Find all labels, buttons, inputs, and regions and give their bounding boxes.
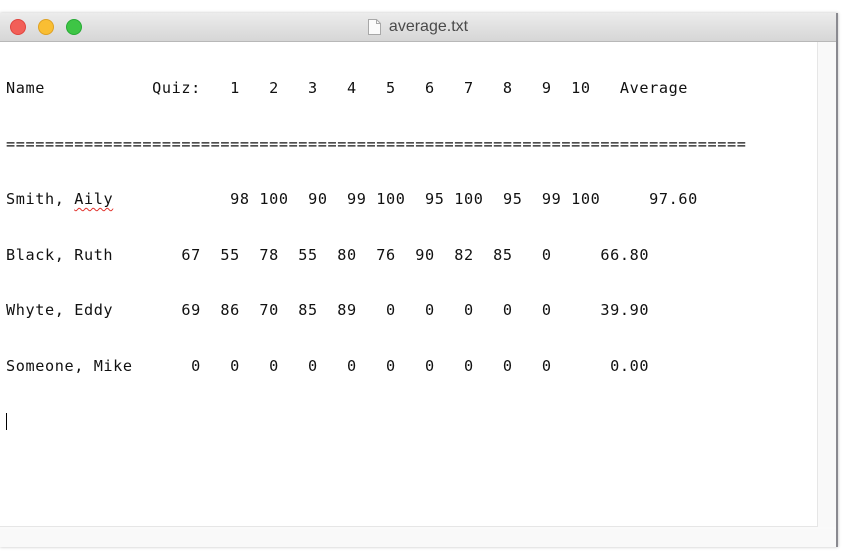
document-icon [367,19,381,35]
text-line-row-1: Smith, Aily 98 100 90 99 100 95 100 95 9… [6,190,747,209]
title-group: average.txt [0,13,836,41]
misspelled-word[interactable]: Aily [74,190,113,208]
vertical-scroll-gutter[interactable] [818,42,836,527]
empty-line [6,412,747,431]
row-scores: 98 100 90 99 100 95 100 95 99 100 97.60 [113,190,698,208]
text-area[interactable]: Name Quiz: 1 2 3 4 5 6 7 8 9 10 Average … [0,42,818,527]
horizontal-scroll-gutter[interactable] [0,529,836,547]
text-line-row-2: Black, Ruth 67 55 78 55 80 76 90 82 85 0… [6,245,650,264]
separator-line: ========================================… [6,134,747,153]
title-bar[interactable]: average.txt [0,13,836,42]
document-text[interactable]: Name Quiz: 1 2 3 4 5 6 7 8 9 10 Average … [6,42,747,468]
header-line: Name Quiz: 1 2 3 4 5 6 7 8 9 10 Average [6,79,689,97]
window-title: average.txt [388,18,469,35]
text-line-row-4: Someone, Mike 0 0 0 0 0 0 0 0 0 0 0.00 [6,356,650,375]
text-caret [6,413,7,430]
text-editor-window: average.txt Name Quiz: 1 2 3 4 5 6 7 8 9… [0,13,838,547]
row-name-prefix: Smith, [6,190,75,208]
text-line-row-3: Whyte, Eddy 69 86 70 85 89 0 0 0 0 0 39.… [6,301,650,319]
